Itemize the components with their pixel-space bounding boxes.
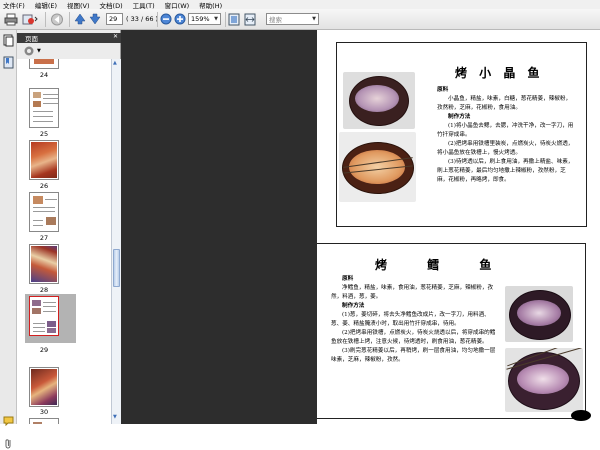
pages-panel-icon[interactable] [3, 34, 14, 47]
fit-page-button[interactable] [228, 12, 240, 26]
bookmarks-panel-icon[interactable] [3, 56, 14, 69]
thumbnail-list: 24 25 26 27 28 29 30 [17, 59, 111, 424]
share-icon [22, 14, 38, 24]
page-number-input[interactable]: 29 [106, 13, 123, 25]
thumbnail-label: 27 [39, 234, 49, 242]
chevron-down-icon: ▼ [214, 16, 218, 22]
ingredients-text: 净鳕鱼，精盐，味素，食用油，葱花精姜，芝麻，辣椒粉，孜然，料酒，葱，姜。 [331, 285, 494, 300]
close-icon[interactable]: ✕ [113, 33, 118, 40]
method-step: (3)待烤透以后，刷上食用油，再撒上精盐、味素，刷上葱花精姜，最后均匀地撒上辣椒… [437, 159, 574, 183]
fit-width-button[interactable] [244, 12, 256, 26]
print-button[interactable] [4, 12, 18, 26]
attachment-icon[interactable] [4, 438, 13, 450]
arrow-down-icon [89, 13, 101, 25]
comment-icon[interactable] [3, 416, 14, 426]
scroll-thumb[interactable] [113, 249, 120, 287]
zoom-out-button[interactable] [160, 12, 172, 26]
options-chevron-icon[interactable]: ▼ [37, 48, 41, 54]
thumbnail-page[interactable] [29, 418, 59, 424]
fit-page-icon [228, 13, 240, 25]
recipe-body: 原料 小晶鱼，精盐，味素，白糖，葱花精姜，辣椒粉，孜然粉，芝麻，花椒粉，食用油。… [437, 86, 575, 185]
recipe-photo-cod [505, 286, 573, 342]
menu-bar: 文件(F) 编辑(E) 视图(V) 文档(D) 工具(T) 窗口(W) 帮助(H… [0, 0, 600, 10]
share-button[interactable] [22, 12, 38, 26]
zoom-select[interactable]: 159% ▼ [188, 13, 221, 25]
arrow-up-icon [74, 13, 86, 25]
thumbnail-label: 30 [39, 408, 49, 416]
thumbnail-label-current: 29 [39, 346, 49, 354]
pages-panel-title: 页面 [25, 35, 38, 43]
pages-panel-toolbar: ▼ [17, 44, 121, 58]
method-step: (1)葱，姜切碎，将去头净鳕鱼改成片，改一字刀，用料酒、葱、姜、精盐腌渍小时，取… [331, 312, 490, 327]
recipe-title: 烤 小 晶 鱼 [455, 66, 544, 80]
printer-icon [4, 13, 18, 25]
previous-page-button[interactable] [74, 12, 86, 26]
thumbnail-page-current[interactable] [29, 296, 59, 336]
fit-width-icon [244, 13, 256, 25]
method-heading: 制作方法 [448, 114, 471, 120]
pages-panel: 页面 ✕ ▼ 24 25 26 27 28 29 30 ▲ ▼ [17, 30, 121, 424]
method-step: (2)把烤串用铁槽，点燃炭火，待炭火烧透以后，将穿成串的鳕鱼放在铁槽上烤，注意火… [331, 330, 496, 345]
recipe-body: 原料 净鳕鱼，精盐，味素，食用油，葱花精姜，芝麻，辣椒粉，孜然，料酒，葱，姜。 … [331, 275, 499, 365]
document-page[interactable]: 烤 小 晶 鱼 原料 小晶鱼，精盐，味素，白糖，葱花精姜，辣椒粉，孜然粉，芝麻，… [317, 30, 600, 424]
recipe-photo-cod-skewers [505, 348, 583, 412]
ingredients-heading: 原料 [437, 87, 449, 93]
navigation-rail [0, 30, 17, 449]
thumbnail-label: 24 [39, 71, 49, 79]
thumbnail-page[interactable] [29, 367, 59, 407]
thumbnail-label: 26 [39, 182, 49, 190]
method-heading: 制作方法 [342, 303, 365, 309]
back-button[interactable] [50, 12, 64, 26]
zoom-value: 159% [191, 15, 210, 23]
scroll-up-icon[interactable]: ▲ [113, 60, 117, 66]
search-dropdown-icon: ▼ [312, 16, 316, 22]
search-placeholder: 搜索 [269, 16, 282, 24]
pages-panel-header: 页面 ✕ [17, 33, 121, 43]
back-arrow-icon [51, 13, 63, 25]
thumbnail-page[interactable] [29, 88, 59, 128]
recipe-photo-fish [343, 72, 415, 129]
method-step: (1)将小晶鱼去鳃，去腮，冲洗干净，改一字刀，用竹扦穿成串。 [437, 123, 574, 138]
thumbnail-scrollbar[interactable]: ▲ ▼ [111, 59, 121, 424]
ingredients-heading: 原料 [342, 276, 354, 282]
toolbar: 29 ( 33 / 66 ) 159% ▼ 搜索 ▼ [0, 9, 600, 30]
recipe-photo-fish-skewers [339, 132, 416, 202]
recipe-title: 烤 鳕 鱼 [375, 258, 510, 272]
ingredients-text: 小晶鱼，精盐，味素，白糖，葱花精姜，辣椒粉，孜然粉，芝麻，花椒粉，食用油。 [437, 96, 572, 111]
search-input[interactable]: 搜索 ▼ [266, 13, 319, 25]
zoom-in-icon [174, 13, 186, 25]
zoom-in-button[interactable] [174, 12, 186, 26]
method-step: (2)把烤串用铁槽里装炭，点燃炭火，待炭火燃透，将小晶鱼放在铁槽上，慢火烤透。 [437, 141, 574, 156]
next-page-button[interactable] [89, 12, 101, 26]
thumbnail-page[interactable] [29, 192, 59, 232]
options-icon[interactable] [23, 45, 35, 57]
zoom-out-icon [160, 13, 172, 25]
method-step: (3)刷完葱花精姜以后，再稍烤，刷一层食用油，均匀地撒一层味素，芝麻，辣椒粉，孜… [331, 348, 496, 363]
scroll-down-icon[interactable]: ▼ [113, 414, 117, 420]
thumbnail-page[interactable] [29, 244, 59, 284]
thumbnail-label: 28 [39, 286, 49, 294]
page-ornament [571, 410, 591, 421]
document-viewport-background [121, 30, 317, 424]
thumbnail-page[interactable] [29, 59, 59, 69]
thumbnail-label: 25 [39, 130, 49, 138]
thumbnail-page[interactable] [29, 140, 59, 180]
page-count: ( 33 / 66 ) [126, 15, 159, 23]
